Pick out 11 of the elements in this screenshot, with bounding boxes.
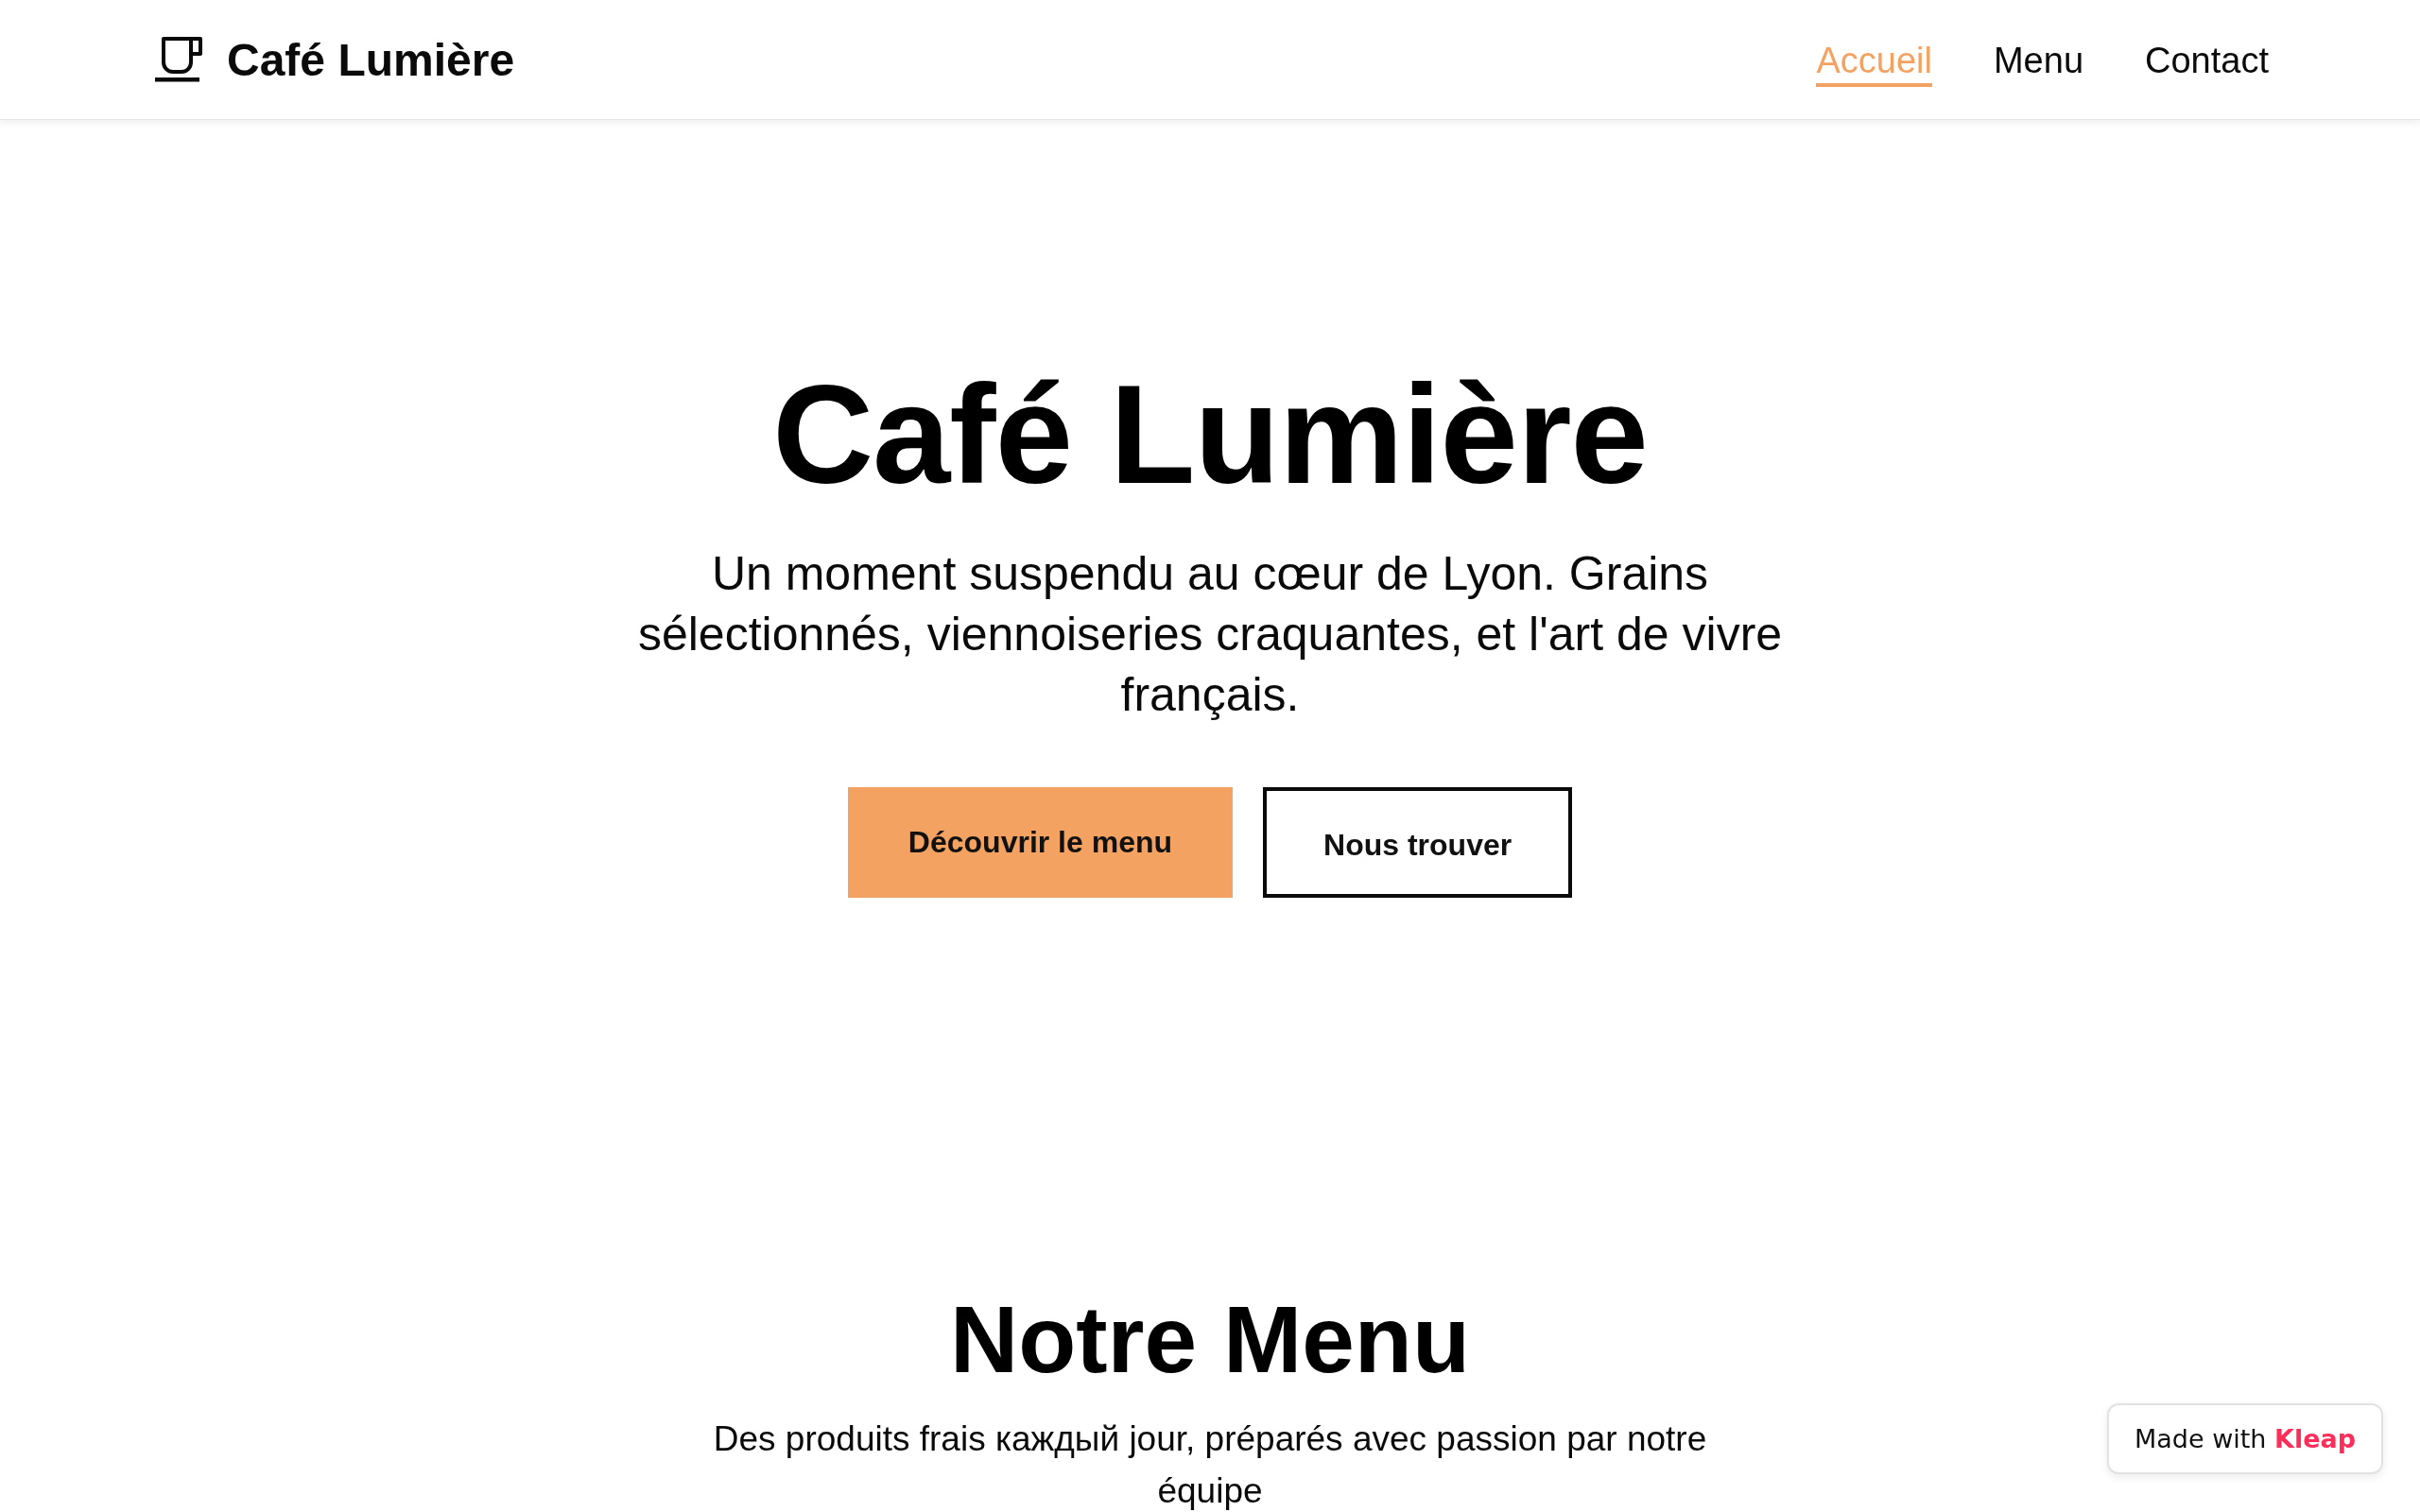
hero-subtitle: Un moment suspendu au cœur de Lyon. Grains sélectionnés, viennoiseries craquantes, et l'art de vivre français.	[636, 546, 1784, 723]
cup-icon	[155, 37, 202, 82]
outline-button[interactable]: Nous trouver	[1263, 787, 1573, 898]
brand-name: Café Lumière	[227, 33, 515, 86]
nav-link[interactable]: Menu	[1993, 32, 2084, 87]
hero-title: Café Lumière	[772, 357, 1648, 511]
section-subtitle: Des produits frais каждый jour, préparés avec passion par notre équipe	[712, 1418, 1708, 1512]
section-title: Notre Menu	[950, 1287, 1470, 1391]
primary-button[interactable]: Découvrir le menu	[847, 787, 1234, 898]
made-with-badge[interactable]: Made with Kleap	[2107, 1403, 2383, 1474]
nav-link[interactable]: Contact	[2145, 32, 2269, 87]
